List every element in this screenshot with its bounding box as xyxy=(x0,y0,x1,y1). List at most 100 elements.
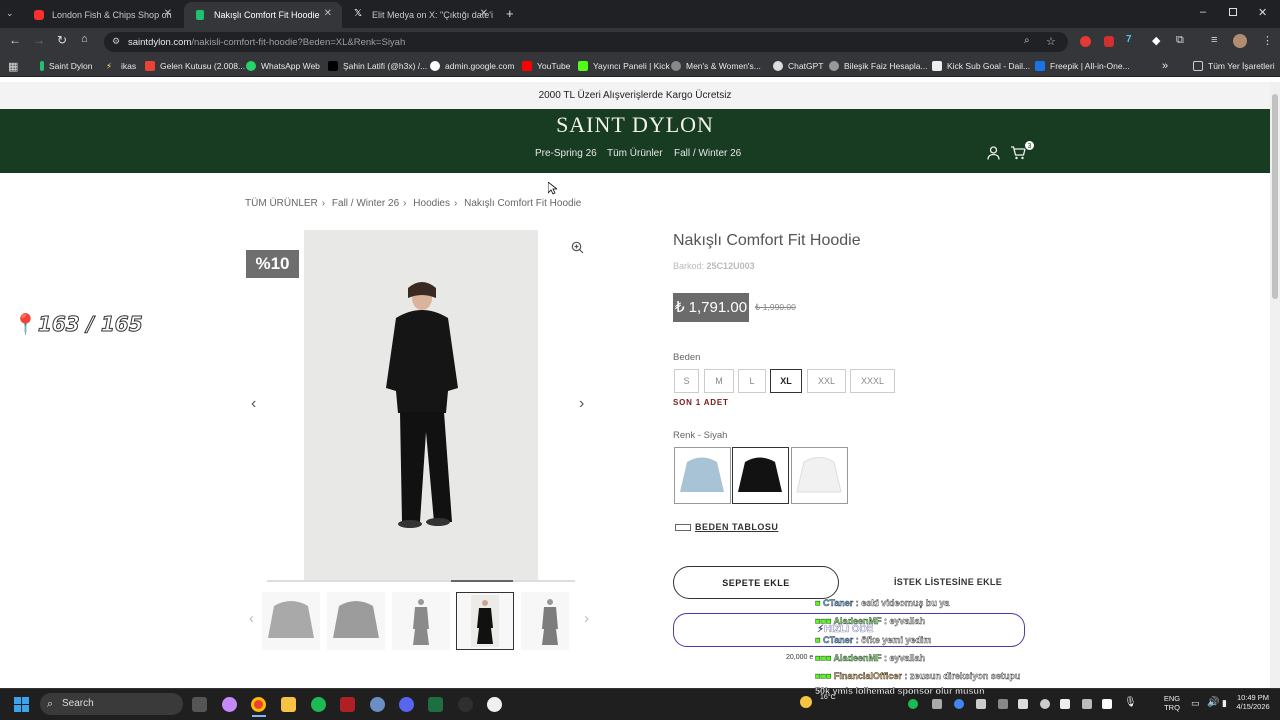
excel-icon[interactable] xyxy=(428,697,443,712)
size-option-xl[interactable]: XL xyxy=(770,369,802,393)
bookmark-mens-womens[interactable]: Men's & Women's... xyxy=(671,55,761,77)
gallery-thumbnail-selected[interactable] xyxy=(456,592,514,650)
nav-tum-urunler[interactable]: Tüm Ürünler xyxy=(607,148,663,159)
add-to-cart-button[interactable]: SEPETE EKLE xyxy=(673,566,839,599)
site-logo[interactable]: SAINT DYLON xyxy=(0,112,1270,138)
tab-london-fish[interactable]: London Fish & Chips Shop on ✕ xyxy=(22,2,182,28)
close-tab-icon[interactable]: ✕ xyxy=(164,8,172,19)
close-window-icon[interactable]: ✕ xyxy=(1258,6,1267,19)
bookmark-ikas[interactable]: ⚡ ikas xyxy=(106,55,136,77)
overwatch-icon[interactable] xyxy=(487,697,502,712)
spotify-icon[interactable] xyxy=(311,697,326,712)
page-scrollbar[interactable] xyxy=(1270,82,1280,688)
extensions-puzzle-icon[interactable]: ⧉ xyxy=(1176,34,1184,47)
extension-red-icon[interactable] xyxy=(1080,36,1091,47)
tab-nakisli-hoodie[interactable]: Nakışlı Comfort Fit Hoodie ✕ xyxy=(184,2,342,28)
tray-app-icon[interactable] xyxy=(1060,699,1070,709)
size-option-xxxl[interactable]: XXXL xyxy=(850,369,895,393)
tray-app-icon[interactable] xyxy=(1102,699,1112,709)
size-option-s[interactable]: S xyxy=(674,369,699,393)
bookmarks-overflow-icon[interactable]: » xyxy=(1162,55,1168,77)
zoom-in-icon[interactable] xyxy=(571,241,584,254)
bookmark-whatsapp[interactable]: WhatsApp Web xyxy=(246,55,320,77)
apps-grid-icon[interactable]: ▦ xyxy=(8,60,18,73)
bookmark-gmail[interactable]: Gelen Kutusu (2.008... xyxy=(145,55,245,77)
nav-pre-spring-26[interactable]: Pre-Spring 26 xyxy=(535,148,597,159)
bookmark-kick-panel[interactable]: Yayıncı Paneli | Kick xyxy=(578,55,670,77)
clock[interactable]: 10:49 PM 4/15/2026 xyxy=(1228,693,1278,711)
restore-icon[interactable] xyxy=(1229,8,1237,16)
microphone-icon[interactable]: 🎙 xyxy=(1124,697,1137,708)
new-tab-icon[interactable]: + xyxy=(506,6,514,21)
tray-app-icon[interactable] xyxy=(1082,699,1092,709)
chrome-icon[interactable] xyxy=(251,697,266,712)
volume-icon[interactable]: 🔊 xyxy=(1207,697,1219,708)
gallery-thumbnail[interactable] xyxy=(327,592,385,650)
forward-icon[interactable]: → xyxy=(33,33,45,47)
gallery-thumbnail[interactable] xyxy=(262,592,320,650)
tray-app-icon[interactable] xyxy=(976,699,986,709)
weather-widget[interactable]: 16°C xyxy=(800,694,840,714)
menu-icon[interactable]: ⋮ xyxy=(1262,34,1273,47)
tray-app-icon[interactable] xyxy=(1018,699,1028,709)
bookmark-chatgpt[interactable]: ChatGPT xyxy=(773,55,823,77)
zoom-icon[interactable]: ⌕ xyxy=(1024,35,1030,46)
tray-app-icon[interactable] xyxy=(954,699,964,709)
battery-icon[interactable]: ▮ xyxy=(1222,698,1227,709)
bookmark-star-icon[interactable]: ☆ xyxy=(1046,35,1056,48)
address-bar[interactable]: ⚙ saintdylon.com/nakisli-comfort-fit-hoo… xyxy=(104,32,1068,52)
size-option-m[interactable]: M xyxy=(704,369,734,393)
home-icon[interactable]: ⌂ xyxy=(81,33,88,45)
all-bookmarks[interactable]: Tüm Yer İşaretleri xyxy=(1193,55,1275,77)
network-icon[interactable]: ▭ xyxy=(1191,698,1200,709)
extension-7tv-icon[interactable]: 7 xyxy=(1126,34,1132,45)
settings-gear-icon[interactable] xyxy=(370,697,385,712)
minimize-icon[interactable]: – xyxy=(1200,6,1206,18)
tray-app-icon[interactable] xyxy=(1040,699,1050,709)
bookmark-saint-dylon[interactable]: Saint Dylon xyxy=(40,55,92,77)
tray-app-icon[interactable] xyxy=(998,699,1008,709)
gallery-prev-arrow-icon[interactable]: ‹ xyxy=(251,395,256,413)
color-swatch-white[interactable] xyxy=(791,447,848,504)
close-tab-icon[interactable]: ✕ xyxy=(324,8,332,19)
account-icon[interactable] xyxy=(987,146,1000,160)
close-tab-icon[interactable]: ✕ xyxy=(480,8,488,19)
taskbar-search[interactable]: ⌕ Search xyxy=(40,693,183,715)
site-info-icon[interactable]: ⚙ xyxy=(112,36,120,47)
tab-search-icon[interactable]: ⌄ xyxy=(6,8,14,19)
thumb-next-arrow-icon[interactable]: › xyxy=(584,610,589,627)
thumb-prev-arrow-icon[interactable]: ‹ xyxy=(249,610,254,627)
size-table-link[interactable]: BEDEN TABLOSU xyxy=(675,522,778,532)
breadcrumb-tum-urunler[interactable]: TÜM ÜRÜNLER xyxy=(245,198,318,209)
size-option-xxl[interactable]: XXL xyxy=(807,369,846,393)
product-main-image[interactable] xyxy=(304,230,538,581)
profile-avatar[interactable] xyxy=(1233,34,1247,48)
windows-start-icon[interactable] xyxy=(14,697,29,712)
bookmark-bilesik-faiz[interactable]: Bileşik Faiz Hesapla... xyxy=(829,55,928,77)
file-explorer-icon[interactable] xyxy=(281,697,296,712)
breadcrumb-fall-winter[interactable]: Fall / Winter 26 xyxy=(332,198,399,209)
bookmark-youtube[interactable]: YouTube xyxy=(522,55,570,77)
gallery-next-arrow-icon[interactable]: › xyxy=(579,395,584,413)
bookmark-freepik[interactable]: Freepik | All-in-One... xyxy=(1035,55,1130,77)
media-player-icon[interactable] xyxy=(340,697,355,712)
tab-elit-medya[interactable]: 𝕏 Elit Medya on X: "Çıktığı date'i ✕ xyxy=(342,2,498,28)
gallery-thumbnail[interactable] xyxy=(392,592,450,650)
reload-icon[interactable]: ↻ xyxy=(57,33,67,47)
back-icon[interactable]: ← xyxy=(9,33,21,47)
task-view-icon[interactable] xyxy=(192,697,207,712)
add-to-wishlist-button[interactable]: İSTEK LİSTESİNE EKLE xyxy=(894,577,1002,587)
extension-shield-icon[interactable] xyxy=(1104,36,1114,47)
gallery-thumbnail[interactable] xyxy=(521,592,569,650)
tray-app-icon[interactable] xyxy=(932,699,942,709)
size-option-l[interactable]: L xyxy=(738,369,766,393)
bookmark-admin-google[interactable]: admin.google.com xyxy=(430,55,514,77)
color-swatch-light-blue[interactable] xyxy=(674,447,731,504)
obs-icon[interactable] xyxy=(458,697,473,712)
copilot-icon[interactable] xyxy=(222,697,237,712)
extension-diamond-icon[interactable]: ◆ xyxy=(1152,34,1160,47)
language-indicator[interactable]: ENG TRQ xyxy=(1160,694,1184,712)
scrollbar-thumb[interactable] xyxy=(1272,94,1278,299)
color-swatch-black[interactable] xyxy=(732,447,789,504)
bookmark-kick-sub-goal[interactable]: Kick Sub Goal - Dail... xyxy=(932,55,1030,77)
